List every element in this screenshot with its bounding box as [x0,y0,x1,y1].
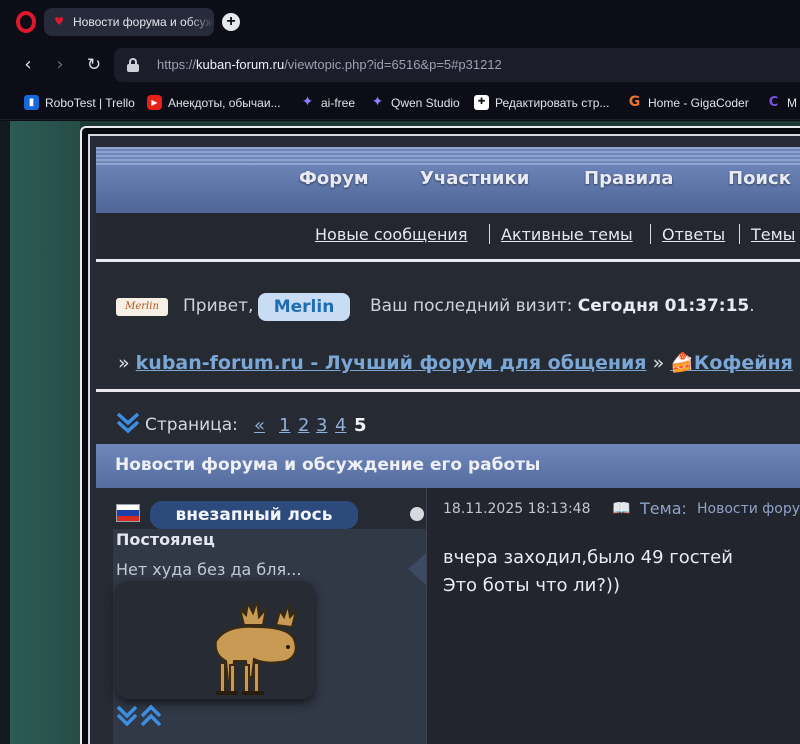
youtube-icon: ▶ [147,95,162,110]
trello-icon: ▮ [24,95,39,110]
nav-search[interactable]: Поиск [728,168,791,189]
subnav-separator [489,224,490,244]
opera-logo-icon[interactable] [16,11,36,33]
bookmark-editor[interactable]: ✚ Редактировать стр... [474,95,609,110]
breadcrumb-section[interactable]: 🍰Кофейня [670,352,793,374]
page-background [10,121,80,744]
gigacoder-icon: G [628,94,641,110]
post-topic-value: Новости форума и обсуждение его работы [697,501,800,517]
forward-arrow-icon[interactable]: › [49,54,71,76]
nav-forum[interactable]: Форум [299,168,369,189]
post-pointer [408,553,426,585]
offline-status-icon [410,507,424,521]
pager-prev[interactable]: « [254,415,265,436]
subnav-active-topics[interactable]: Активные темы [501,225,633,244]
username-badge[interactable]: Merlin [258,293,350,321]
browser-window: ♥ Новости форума и обсуждение его работы… [0,0,800,744]
breadcrumb-home[interactable]: kuban-forum.ru - Лучший форум для общени… [136,352,647,374]
pager-page-2[interactable]: 2 [298,415,309,436]
greeting-text: Привет, [183,296,254,316]
pager-page-1[interactable]: 1 [279,415,290,436]
breadcrumb: » kuban-forum.ru - Лучший форум для обще… [118,352,793,374]
double-chevron-down-icon[interactable] [116,411,140,435]
author-status-text: Нет худа без да бля... [116,560,302,579]
back-arrow-icon[interactable]: ‹ [17,54,39,76]
subnav-topics[interactable]: Темы [751,225,795,244]
post-date[interactable]: 18.11.2025 18:13:48 [443,501,591,517]
post-author-name[interactable]: внезапный лось [150,501,358,529]
lock-icon[interactable] [126,58,140,72]
tab-bar: ♥ Новости форума и обсуждение его работы… [0,0,800,44]
post-text-line: вчера заходил,было 49 гостей [443,547,733,568]
post-body-panel [426,488,800,744]
bookmarks-bar: ▮ RoboTest | Trello ▶ Анекдоты, обычаи..… [0,86,800,120]
subnav-separator [739,224,740,244]
bookmark-gigacoder[interactable]: G Home - GigaCoder [627,95,749,110]
tab-fade [188,8,214,36]
active-tab[interactable]: ♥ Новости форума и обсуждение его работы [44,8,214,36]
topic-title: Новости форума и обсуждение его работы [115,455,541,475]
post-topic-label: Тема: [640,499,687,518]
bookmark-robotest[interactable]: ▮ RoboTest | Trello [24,95,135,110]
moose-icon [214,599,298,695]
reload-icon[interactable]: ↻ [83,54,105,76]
pager-current-page: 5 [354,415,367,436]
subnav-replies[interactable]: Ответы [662,225,725,244]
russia-flag-icon [116,504,140,522]
left-edge [0,121,10,744]
book-icon: 📖 [612,499,631,517]
nav-rules[interactable]: Правила [584,168,673,189]
pager-page-4[interactable]: 4 [335,415,346,436]
subnav-separator [650,224,651,244]
user-avatar[interactable]: Merlin [116,298,168,316]
author-avatar [116,581,314,699]
qwen-icon: ✦ [371,94,384,110]
heart-icon: ♥ [54,15,64,28]
page-viewport: Форум Участники Правила Поиск Новые сооб… [0,121,800,744]
qwen-icon: ✦ [301,94,314,110]
new-tab-button[interactable]: + [222,13,240,31]
last-visit: Ваш последний визит: Сегодня 01:37:15. [370,296,755,316]
post-text-line: Это боты что ли?)) [443,575,620,596]
bookmark-anekdoty[interactable]: ▶ Анекдоты, обычаи... [147,95,281,110]
nav-members[interactable]: Участники [420,168,529,189]
pager-page-3[interactable]: 3 [316,415,327,436]
author-rank: Постоялец [116,530,215,549]
bookmark-ai-free[interactable]: ✦ ai-free [300,95,355,110]
pager-label: Страница: [145,415,238,435]
bookmark-qwen-studio[interactable]: ✦ Qwen Studio [370,95,460,110]
editor-icon: ✚ [474,95,489,110]
address-bar-row: ‹ › ↻ https://kuban-forum.ru/viewtopic.p… [0,44,800,86]
m-icon: C [768,95,779,110]
scroll-down-up-icon[interactable] [116,703,166,729]
subnav-new-posts[interactable]: Новые сообщения [315,225,467,244]
bookmark-m[interactable]: C M [766,95,797,110]
url-field[interactable]: https://kuban-forum.ru/viewtopic.php?id=… [114,48,800,82]
url-text[interactable]: https://kuban-forum.ru/viewtopic.php?id=… [157,57,502,72]
